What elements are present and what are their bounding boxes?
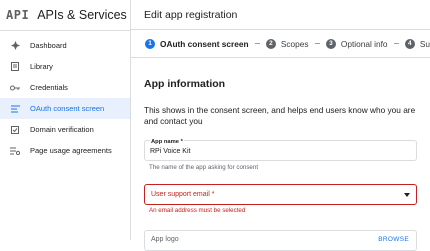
sidebar-item-oauth-consent-screen[interactable]: OAuth consent screen (0, 98, 130, 119)
user-support-email-error: An email address must be selected (149, 207, 246, 214)
sidebar-item-label: OAuth consent screen (30, 104, 105, 113)
step-label: Su (419, 38, 430, 49)
step-number: 4 (404, 38, 415, 49)
sidebar-item-label: Library (30, 62, 53, 71)
dashboard-icon (9, 40, 21, 52)
user-support-email-select[interactable]: User support email * (144, 184, 417, 205)
section-description: This shows in the consent screen, and he… (144, 105, 416, 126)
step-label: Scopes (280, 38, 309, 49)
sidebar-item-library[interactable]: Library (0, 56, 130, 77)
sidebar-item-credentials[interactable]: Credentials (0, 77, 130, 98)
stepper: 1 OAuth consent screen 2 Scopes 3 Option… (131, 30, 430, 58)
sidebar-item-domain-verification[interactable]: Domain verification (0, 119, 130, 140)
sidebar-item-label: Credentials (30, 83, 68, 92)
library-icon (9, 61, 21, 73)
main-content: Edit app registration 1 OAuth consent sc… (131, 0, 430, 251)
sidebar-title: APIs & Services (37, 8, 127, 22)
step-oauth-consent-screen[interactable]: 1 OAuth consent screen (145, 38, 249, 49)
user-support-email-placeholder: User support email * (151, 191, 215, 198)
sidebar-item-label: Dashboard (30, 41, 67, 50)
consent-icon (9, 103, 21, 115)
key-icon (9, 82, 21, 94)
step-divider (314, 43, 320, 44)
app-name-value: RPi Voice Kit (150, 148, 191, 155)
dropdown-arrow-icon (404, 193, 410, 197)
sidebar-header: API APIs & Services (0, 0, 130, 31)
sidebar-item-label: Page usage agreements (30, 146, 112, 155)
step-label: Optional info (340, 38, 388, 49)
step-summary[interactable]: 4 Su (404, 38, 430, 49)
step-scopes[interactable]: 2 Scopes (265, 38, 309, 49)
step-divider (254, 43, 260, 44)
sidebar-item-dashboard[interactable]: Dashboard (0, 35, 130, 56)
step-divider (393, 43, 399, 44)
app-name-label: App name * (150, 139, 184, 145)
app-name-hint: The name of the app asking for consent (149, 164, 259, 171)
section-title: App information (144, 78, 226, 90)
step-optional-info[interactable]: 3 Optional info (325, 38, 388, 49)
app-logo-field[interactable]: App logo BROWSE (144, 230, 417, 251)
step-label: OAuth consent screen (160, 38, 249, 49)
app-name-field[interactable]: App name * RPi Voice Kit (144, 139, 417, 161)
checkbox-icon (9, 124, 21, 136)
sidebar-item-page-usage-agreements[interactable]: Page usage agreements (0, 140, 130, 161)
step-number: 1 (145, 38, 155, 49)
sidebar-item-label: Domain verification (30, 125, 94, 134)
sidebar-nav: Dashboard Library Credentials OAuth cons… (0, 31, 130, 161)
page-title: Edit app registration (131, 0, 430, 30)
api-logo: API (6, 8, 30, 22)
step-number: 3 (325, 38, 336, 49)
sidebar: API APIs & Services Dashboard Library Cr… (0, 0, 131, 240)
step-number: 2 (265, 38, 276, 49)
settings-list-icon (9, 145, 21, 157)
